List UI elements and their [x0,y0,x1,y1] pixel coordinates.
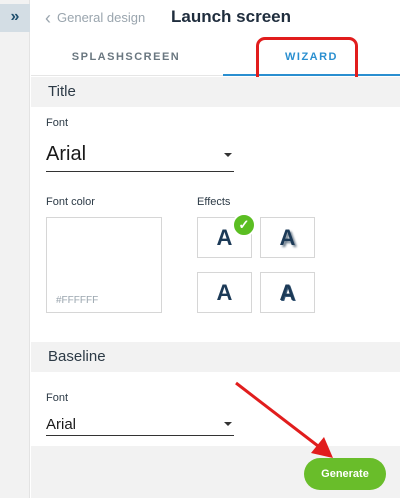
tab-splashscreen[interactable]: SPLASHSCREEN [31,38,221,76]
baseline-font-label: Font [46,392,69,404]
checkmark-icon: ✓ [232,213,256,237]
double-chevron-right-icon: » [10,8,20,25]
effect-option-shadow[interactable]: A [260,217,315,258]
font-color-hex: #FFFFFF [56,295,99,306]
page-title: Launch screen [171,7,291,26]
back-label: General design [57,10,146,25]
chevron-left-icon: ‹ [45,7,51,28]
font-color-swatch[interactable]: #FFFFFF [46,217,162,313]
effects-label: Effects [197,196,231,208]
baseline-section-heading: Baseline [31,342,400,372]
title-font-value: Arial [46,143,87,165]
dropdown-caret-icon [224,422,232,426]
expand-panel-button[interactable]: » [0,4,30,32]
back-link[interactable]: ‹ General design [45,7,146,28]
title-font-label: Font [46,117,69,129]
dropdown-caret-icon [224,153,232,157]
effect-option-outline[interactable]: A [260,272,315,313]
font-color-label: Font color [46,196,95,208]
panel-header: ‹ General design Launch screen [31,0,400,38]
effect-option-bold[interactable]: A [197,272,252,313]
left-rail: » [0,0,30,498]
baseline-font-value: Arial [46,416,77,433]
generate-button[interactable]: Generate [304,458,386,490]
baseline-font-select[interactable]: Arial [46,414,234,436]
title-font-select[interactable]: Arial [46,142,234,172]
title-section-heading: Title [31,77,400,107]
